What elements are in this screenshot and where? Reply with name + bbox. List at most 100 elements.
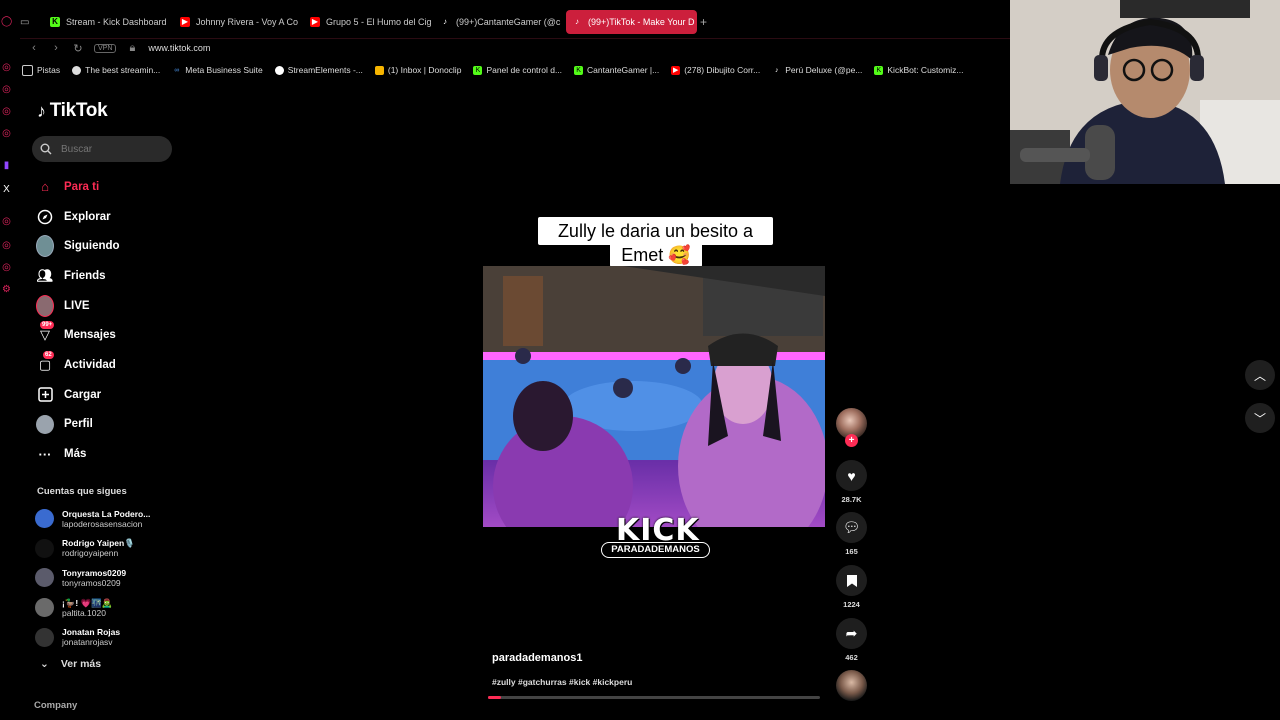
tab-youtube-johnny[interactable]: ▶ Johnny Rivera - Voy A Co (174, 10, 305, 34)
back-icon[interactable]: ‹ (28, 42, 40, 54)
heart-icon[interactable]: ♥ (836, 460, 867, 491)
nav-item-siguiendo[interactable]: Siguiendo (32, 231, 182, 261)
friends-icon: 👥︎ (36, 267, 54, 283)
nav-item-para-ti[interactable]: ⌂ Para ti (32, 172, 182, 202)
nav-item-mensajes[interactable]: ▽ 99+ Mensajes (32, 320, 182, 350)
reload-icon[interactable]: ↻ (72, 42, 84, 55)
nav-item-explorar[interactable]: Explorar (32, 202, 182, 232)
following-account[interactable]: Jonatan Rojas jonatanrojasv (35, 622, 175, 652)
avatar (35, 538, 54, 558)
bookmark-dibujito[interactable]: ▶ (278) Dibujito Corr... (671, 63, 760, 77)
sidebar-app-icon[interactable]: ◎ (1, 106, 12, 117)
nav-label: Cargar (64, 388, 102, 401)
music-disc-icon[interactable] (836, 670, 867, 701)
following-section-title: Cuentas que sigues (37, 486, 127, 497)
account-handle: rodrigoyaipenn (62, 548, 119, 559)
account-name: ¡🦆! 💗🌃🧟‍♂️ (62, 597, 113, 608)
sidebar-app-icon[interactable]: ◎ (1, 240, 12, 251)
nav-label: Friends (64, 269, 106, 282)
scroll-up-button[interactable]: ︿ (1245, 360, 1275, 390)
like-action[interactable]: ♥ 28.7K (836, 460, 867, 504)
following-account[interactable]: ¡🦆! 💗🌃🧟‍♂️ paltita.1020 (35, 593, 175, 623)
bookmark-kick-panel[interactable]: K Panel de control d... (473, 63, 562, 77)
tab-overview-icon[interactable]: ▭ (14, 10, 34, 34)
bookmark-peru-deluxe[interactable]: ♪ Perú Deluxe (@pe... (772, 63, 862, 77)
chevron-down-icon: ﹀ (1253, 411, 1266, 426)
share-icon[interactable]: ➦ (836, 618, 867, 649)
tab-label: (99+)CantanteGamer (@c (456, 17, 561, 27)
comment-icon[interactable]: 💬︎ (836, 512, 867, 543)
youtube-icon: ▶ (671, 65, 681, 75)
save-action[interactable]: 1224 (836, 565, 867, 609)
see-more-button[interactable]: ⌄ Ver más (40, 658, 101, 670)
bookmark-obs[interactable]: The best streamin... (72, 63, 160, 77)
more-icon: ··· (38, 446, 52, 462)
new-tab-button[interactable]: + (694, 10, 716, 34)
video-hashtags[interactable]: #zully #gatchurras #kick #kickperu (492, 677, 632, 687)
bookmarks-bar: Pistas The best streamin... ∞ Meta Busine… (22, 63, 1010, 77)
comment-count: 165 (845, 547, 858, 556)
activity-icon: ▢ 62 (38, 350, 54, 372)
nav-item-live[interactable]: LIVE (32, 291, 182, 321)
sidebar-app-icon[interactable]: ◎ (1, 84, 12, 95)
settings-icon[interactable]: ⚙ (1, 284, 12, 295)
following-account[interactable]: Rodrigo Yaipen🎙️ rodrigoyaipenn (35, 534, 175, 564)
kick-handle-watermark: PARADADEMANOS (601, 542, 710, 558)
search-input[interactable] (59, 142, 163, 156)
following-list: Orquesta La Podero... lapoderosasensacion… (35, 504, 175, 652)
search-box[interactable] (32, 136, 172, 162)
bookmark-meta[interactable]: ∞ Meta Business Suite (172, 63, 262, 77)
video-author[interactable]: paradademanos1 (492, 652, 582, 664)
nav-item-actividad[interactable]: ▢ 62 Actividad (32, 350, 182, 380)
tab-tiktok-active[interactable]: ♪ (99+)TikTok - Make Your D (566, 10, 697, 34)
chevron-up-icon: ︿ (1253, 368, 1266, 383)
nav-item-perfil[interactable]: Perfil (32, 410, 182, 440)
bookmark-donoclip[interactable]: (1) Inbox | Donoclip (374, 63, 462, 77)
messages-icon: ▽ 99+ (40, 321, 55, 343)
forward-icon[interactable]: › (50, 42, 62, 54)
following-avatar-icon (36, 235, 54, 258)
footer-company-link[interactable]: Company (34, 700, 77, 711)
comment-action[interactable]: 💬︎ 165 (836, 512, 867, 556)
share-count: 462 (845, 653, 858, 662)
bookmark-cantantegamer[interactable]: K CantanteGamer |... (574, 63, 659, 77)
bookmark-kickbot[interactable]: K KickBot: Customiz... (874, 63, 963, 77)
home-icon: ⌂ (41, 179, 49, 195)
sidebar-app-icon[interactable]: ◎ (1, 262, 12, 273)
video-player[interactable] (483, 266, 825, 527)
follow-button[interactable]: + (845, 434, 858, 447)
video-progress-bar[interactable] (488, 696, 820, 699)
scroll-down-button[interactable]: ﹀ (1245, 403, 1275, 433)
tiktok-logo[interactable]: ♪ TikTok (37, 100, 108, 122)
sidebar-app-icon[interactable]: ◎ (1, 62, 12, 73)
youtube-icon: ▶ (180, 17, 190, 27)
account-handle: paltita.1020 (62, 607, 106, 618)
bookmark-streamelements[interactable]: StreamElements -... (274, 63, 363, 77)
obs-icon (72, 65, 82, 75)
bookmark-label: Pistas (37, 65, 61, 75)
share-action[interactable]: ➦ 462 (836, 618, 867, 662)
video-caption-line2: Emet 🥰 (610, 243, 702, 267)
browser-side-strip: ◯ ◎ ◎ ◎ ◎ ▮ X ◎ ◎ ◎ ⚙ (0, 0, 14, 720)
nav-item-friends[interactable]: 👥︎ Friends (32, 261, 182, 291)
tab-youtube-grupo5[interactable]: ▶ Grupo 5 - El Humo del Cig (304, 10, 435, 34)
bookmark-label: (1) Inbox | Donoclip (387, 65, 462, 75)
nav-label: Para ti (64, 180, 100, 193)
tab-kick-dashboard[interactable]: K Stream - Kick Dashboard (44, 10, 175, 34)
nav-item-mas[interactable]: ··· Más (32, 439, 182, 469)
bookmark-pistas[interactable]: Pistas (22, 63, 60, 77)
nav-item-cargar[interactable]: Cargar (32, 380, 182, 410)
x-icon[interactable]: X (1, 184, 12, 195)
sidebar-app-icon[interactable]: ◎ (1, 128, 12, 139)
vpn-badge[interactable]: VPN (94, 43, 117, 53)
bookmark-icon[interactable] (836, 565, 867, 596)
following-account[interactable]: Tonyramos0209 tonyramos0209 (35, 563, 175, 593)
url-field[interactable]: www.tiktok.com (148, 43, 210, 53)
opera-icon[interactable]: ◯ (1, 16, 12, 27)
nav-label: Mensajes (64, 329, 116, 342)
sidebar-app-icon[interactable]: ◎ (1, 216, 12, 227)
nav-label: Más (64, 448, 87, 461)
following-account[interactable]: Orquesta La Podero... lapoderosasensacion (35, 504, 175, 534)
twitch-icon[interactable]: ▮ (1, 160, 12, 171)
tab-tiktok-cantantegamer[interactable]: ♪ (99+)CantanteGamer (@c (434, 10, 565, 34)
